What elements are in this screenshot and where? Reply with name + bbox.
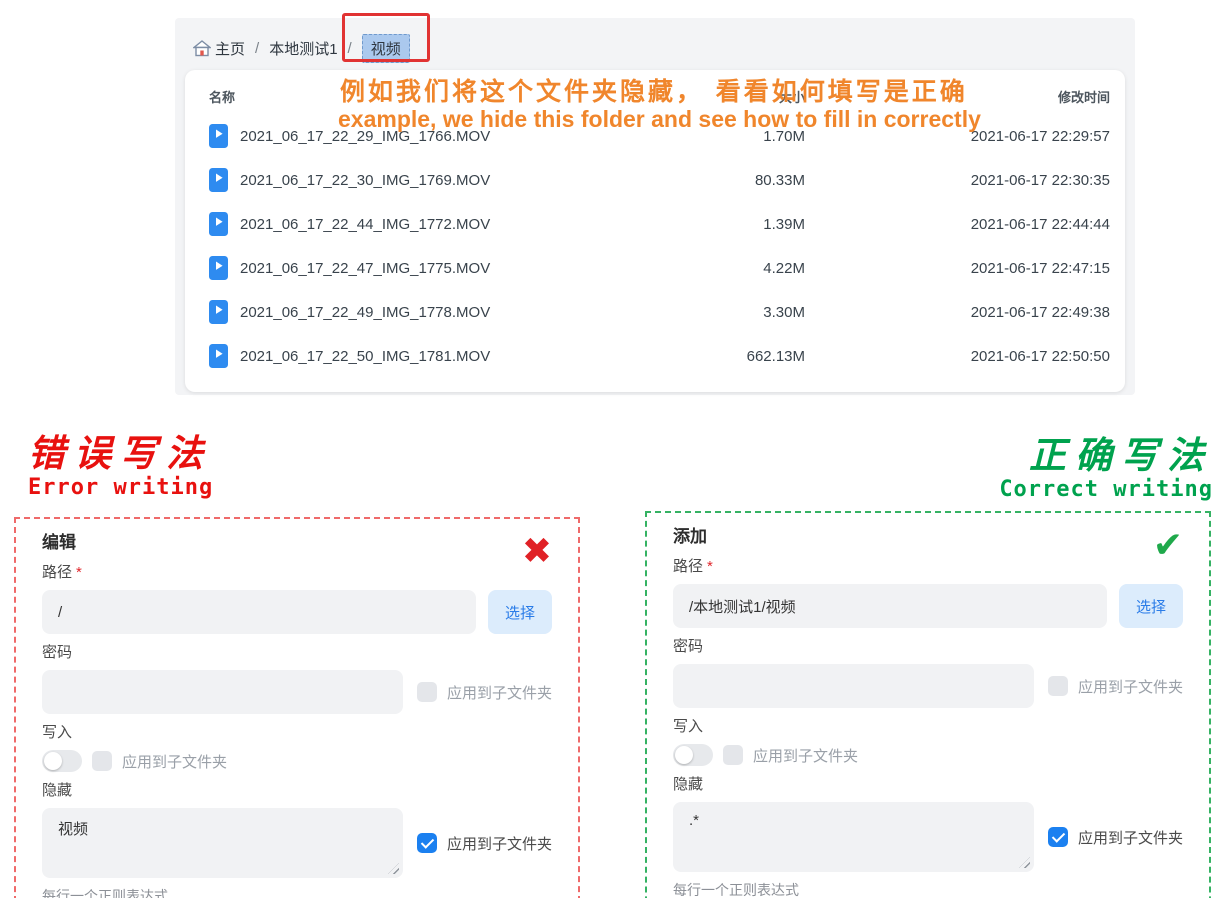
add-form-panel-correct: 添加 ✔ 路径* 选择 密码 应用到子文件夹 写入 应用到子文件夹 隐藏 .* — [645, 511, 1211, 898]
annotation-text-zh: 例如我们将这个文件夹隐藏， 看看如何填写是正确 — [340, 72, 968, 108]
file-size: 80.33M — [625, 172, 805, 189]
password-apply-label: 应用到子文件夹 — [447, 682, 552, 703]
write-label: 写入 — [673, 717, 1183, 737]
file-table-body: 2021_06_17_22_29_IMG_1766.MOV 1.70M 2021… — [185, 114, 1125, 378]
password-input[interactable] — [673, 664, 1034, 708]
write-toggle[interactable] — [42, 750, 82, 772]
regex-hint: 每行一个正则表达式 — [42, 886, 552, 898]
file-mtime: 2021-06-17 22:49:38 — [805, 304, 1110, 321]
password-apply-label: 应用到子文件夹 — [1078, 676, 1183, 697]
file-row[interactable]: 2021_06_17_22_44_IMG_1772.MOV 1.39M 2021… — [185, 202, 1125, 246]
file-size: 1.39M — [625, 216, 805, 233]
error-heading-zh: 错误写法 — [28, 432, 213, 475]
video-file-icon — [209, 344, 228, 368]
password-label: 密码 — [42, 643, 552, 663]
hidden-label: 隐藏 — [673, 775, 1183, 795]
file-row[interactable]: 2021_06_17_22_49_IMG_1778.MOV 3.30M 2021… — [185, 290, 1125, 334]
path-label: 路径* — [42, 563, 552, 583]
hidden-apply-checkbox[interactable] — [1048, 827, 1068, 847]
file-name: 2021_06_17_22_50_IMG_1781.MOV — [240, 348, 490, 365]
correct-check-icon: ✔ — [1153, 527, 1183, 563]
path-input[interactable] — [42, 590, 476, 634]
file-name: 2021_06_17_22_47_IMG_1775.MOV — [240, 260, 490, 277]
video-file-icon — [209, 300, 228, 324]
correct-heading-en: Correct writing — [999, 477, 1213, 502]
video-file-icon — [209, 168, 228, 192]
file-mtime: 2021-06-17 22:47:15 — [805, 260, 1110, 277]
video-file-icon — [209, 212, 228, 236]
breadcrumb: 主页 / 本地测试1 / 视频 — [193, 34, 410, 63]
correct-heading-zh: 正确写法 — [999, 434, 1213, 477]
breadcrumb-home[interactable]: 主页 — [193, 38, 245, 59]
edit-form-panel-error: 编辑 ✖ 路径* 选择 密码 应用到子文件夹 写入 应用到子文件夹 隐藏 视频 — [14, 517, 580, 898]
file-browser-panel: 主页 / 本地测试1 / 视频 名称 大小 修改时间 — [175, 18, 1135, 395]
panel-title: 编辑 — [42, 532, 552, 554]
file-name: 2021_06_17_22_44_IMG_1772.MOV — [240, 216, 490, 233]
write-apply-checkbox[interactable] — [92, 751, 112, 771]
path-label: 路径* — [673, 557, 1183, 577]
write-apply-label: 应用到子文件夹 — [122, 751, 227, 772]
page: 主页 / 本地测试1 / 视频 名称 大小 修改时间 — [0, 0, 1221, 898]
file-row[interactable]: 2021_06_17_22_47_IMG_1775.MOV 4.22M 2021… — [185, 246, 1125, 290]
hidden-apply-checkbox[interactable] — [417, 833, 437, 853]
file-mtime: 2021-06-17 22:44:44 — [805, 216, 1110, 233]
hidden-label: 隐藏 — [42, 781, 552, 801]
write-label: 写入 — [42, 723, 552, 743]
breadcrumb-item-current[interactable]: 视频 — [362, 34, 410, 63]
file-size: 662.13M — [625, 348, 805, 365]
hidden-apply-label: 应用到子文件夹 — [447, 833, 552, 854]
select-path-button[interactable]: 选择 — [488, 590, 552, 634]
breadcrumb-home-label: 主页 — [215, 38, 245, 59]
password-label: 密码 — [673, 637, 1183, 657]
breadcrumb-separator: / — [348, 40, 352, 57]
wrong-x-icon: ✖ — [522, 533, 552, 569]
write-apply-label: 应用到子文件夹 — [753, 745, 858, 766]
regex-hint: 每行一个正则表达式 — [673, 880, 1183, 898]
error-heading-en: Error writing — [28, 475, 213, 500]
file-name: 2021_06_17_22_49_IMG_1778.MOV — [240, 304, 490, 321]
correct-heading: 正确写法 Correct writing — [999, 434, 1213, 502]
path-input[interactable] — [673, 584, 1107, 628]
panel-title: 添加 — [673, 526, 1183, 548]
file-name: 2021_06_17_22_30_IMG_1769.MOV — [240, 172, 490, 189]
file-mtime: 2021-06-17 22:30:35 — [805, 172, 1110, 189]
breadcrumb-item-folder[interactable]: 本地测试1 — [269, 38, 337, 59]
password-input[interactable] — [42, 670, 403, 714]
write-toggle[interactable] — [673, 744, 713, 766]
error-heading: 错误写法 Error writing — [28, 432, 213, 500]
home-icon — [193, 40, 211, 57]
write-apply-checkbox[interactable] — [723, 745, 743, 765]
hidden-rules-textarea[interactable]: 视频 — [42, 808, 403, 878]
select-path-button[interactable]: 选择 — [1119, 584, 1183, 628]
video-file-icon — [209, 124, 228, 148]
hidden-rules-textarea[interactable]: .* — [673, 802, 1034, 872]
required-asterisk: * — [76, 564, 82, 581]
required-asterisk: * — [707, 558, 713, 575]
file-row[interactable]: 2021_06_17_22_50_IMG_1781.MOV 662.13M 20… — [185, 334, 1125, 378]
hidden-apply-label: 应用到子文件夹 — [1078, 827, 1183, 848]
video-file-icon — [209, 256, 228, 280]
file-mtime: 2021-06-17 22:50:50 — [805, 348, 1110, 365]
annotation-text-en: example, we hide this folder and see how… — [338, 106, 981, 133]
breadcrumb-separator: / — [255, 40, 259, 57]
file-row[interactable]: 2021_06_17_22_30_IMG_1769.MOV 80.33M 202… — [185, 158, 1125, 202]
password-apply-checkbox[interactable] — [1048, 676, 1068, 696]
file-size: 4.22M — [625, 260, 805, 277]
file-size: 3.30M — [625, 304, 805, 321]
password-apply-checkbox[interactable] — [417, 682, 437, 702]
